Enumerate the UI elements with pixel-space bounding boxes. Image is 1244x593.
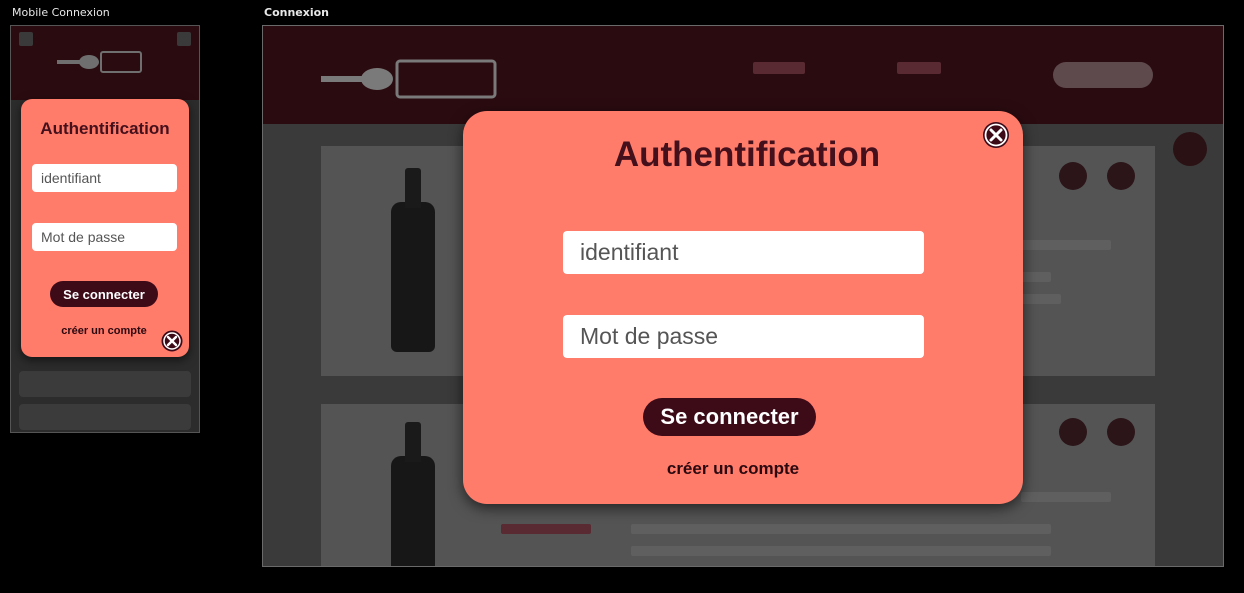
- logo-icon: [57, 48, 157, 78]
- desktop-frame-label: Connexion: [264, 6, 330, 19]
- desktop-auth-modal: Authentification Se connecter créer un c…: [463, 111, 1023, 504]
- menu-icon[interactable]: [19, 32, 33, 46]
- logo-icon: [321, 56, 501, 106]
- favorite-icon[interactable]: [1059, 162, 1087, 190]
- password-input[interactable]: [563, 315, 924, 358]
- mobile-screen: Authentification Se connecter créer un c…: [10, 25, 200, 433]
- close-icon[interactable]: [161, 330, 183, 352]
- wine-bottle-image: [391, 422, 435, 566]
- text-line: [1021, 240, 1111, 250]
- desktop-header: [263, 26, 1223, 124]
- text-line: [1021, 272, 1051, 282]
- mobile-header: [11, 26, 199, 100]
- wine-bottle-image: [391, 168, 435, 352]
- background-card: [19, 404, 191, 430]
- user-icon[interactable]: [177, 32, 191, 46]
- cart-icon[interactable]: [1107, 162, 1135, 190]
- text-line: [1021, 294, 1061, 304]
- login-button[interactable]: Se connecter: [643, 398, 816, 436]
- modal-title: Authentification: [613, 135, 881, 174]
- password-input[interactable]: [32, 223, 177, 251]
- side-action-icon[interactable]: [1173, 132, 1207, 166]
- desktop-screen: Authentification Se connecter créer un c…: [262, 25, 1224, 567]
- mobile-frame-label: Mobile Connexion: [12, 6, 110, 19]
- cart-icon[interactable]: [1107, 418, 1135, 446]
- text-line: [631, 524, 1051, 534]
- mobile-auth-modal: Authentification Se connecter créer un c…: [21, 99, 189, 357]
- favorite-icon[interactable]: [1059, 418, 1087, 446]
- create-account-link[interactable]: créer un compte: [463, 459, 1003, 479]
- username-input[interactable]: [563, 231, 924, 274]
- close-icon[interactable]: [982, 121, 1010, 149]
- header-button[interactable]: [1053, 62, 1153, 88]
- text-line: [1021, 492, 1111, 502]
- text-line: [501, 524, 591, 534]
- login-button[interactable]: Se connecter: [50, 281, 158, 307]
- text-line: [631, 546, 1051, 556]
- username-input[interactable]: [32, 164, 177, 192]
- nav-item[interactable]: [897, 62, 947, 76]
- nav-item[interactable]: [753, 62, 813, 76]
- background-card: [19, 371, 191, 397]
- modal-title: Authentification: [40, 119, 170, 138]
